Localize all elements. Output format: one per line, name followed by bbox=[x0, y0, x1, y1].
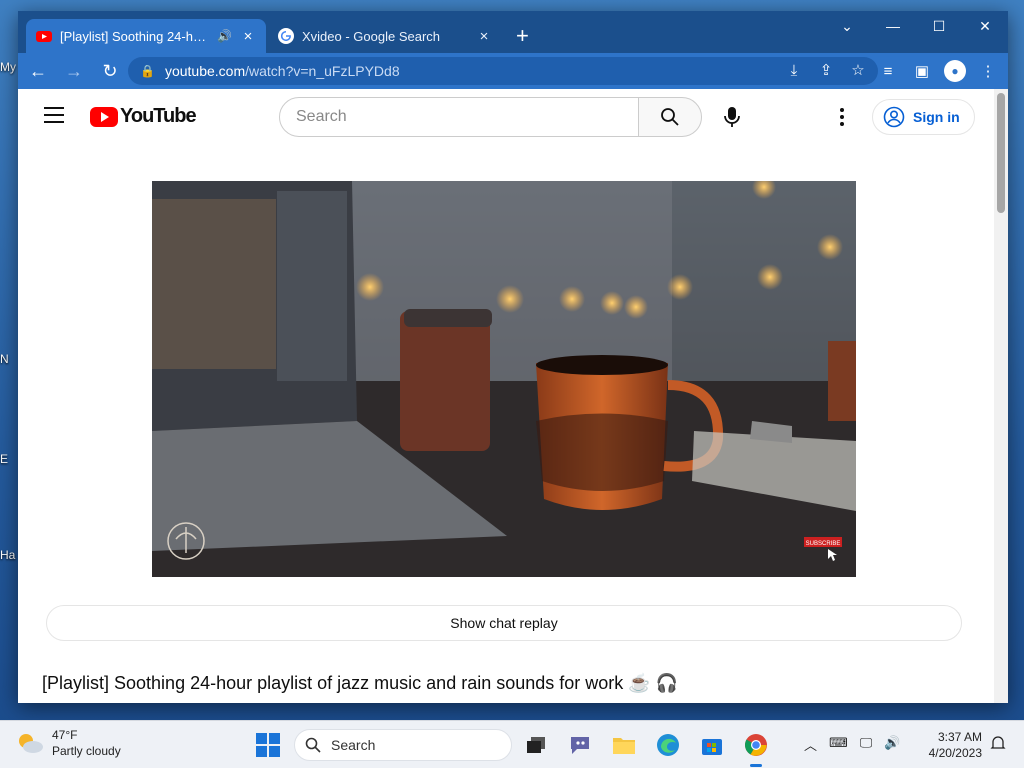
menu-icon[interactable] bbox=[44, 107, 64, 123]
minimize-button[interactable]: — bbox=[870, 11, 916, 41]
tab-title: [Playlist] Soothing 24-hour p bbox=[60, 28, 210, 44]
video-title: [Playlist] Soothing 24-hour playlist of … bbox=[42, 673, 679, 693]
speaker-icon[interactable]: 🔊 bbox=[217, 29, 232, 43]
browser-window: [Playlist] Soothing 24-hour p 🔊 × Xvideo… bbox=[18, 11, 1008, 703]
taskbar-clock[interactable]: 3:37 AM 4/20/2023 bbox=[922, 729, 982, 761]
partly-cloudy-icon bbox=[19, 734, 43, 753]
close-window-button[interactable]: ✕ bbox=[962, 11, 1008, 41]
sign-in-button[interactable]: Sign in bbox=[872, 99, 975, 135]
task-view-icon[interactable] bbox=[522, 731, 550, 759]
start-button[interactable] bbox=[256, 733, 280, 757]
show-chat-replay-button[interactable]: Show chat replay bbox=[46, 605, 962, 641]
url-host: youtube.com bbox=[164, 63, 246, 79]
youtube-play-icon bbox=[90, 106, 118, 127]
voice-search-button[interactable] bbox=[712, 97, 752, 137]
file-explorer-icon[interactable] bbox=[610, 731, 638, 759]
tab-strip: [Playlist] Soothing 24-hour p 🔊 × Xvideo… bbox=[18, 11, 1008, 53]
tab-close-button[interactable]: × bbox=[240, 28, 256, 45]
search-button[interactable] bbox=[638, 97, 702, 137]
tab-google-search[interactable]: Xvideo - Google Search × bbox=[268, 19, 502, 53]
address-bar[interactable]: 🔒 youtube.com/watch?v=n_uFzLPYDd8 bbox=[128, 57, 878, 85]
clock-date: 4/20/2023 bbox=[928, 746, 982, 760]
weather-condition: Partly cloudy bbox=[52, 744, 121, 758]
subscribe-overlay: SUBSCRIBE bbox=[806, 541, 841, 547]
reload-button[interactable]: ↻ bbox=[94, 55, 126, 87]
desktop-icon-label[interactable]: E bbox=[0, 452, 8, 466]
profile-avatar-icon[interactable]: ● bbox=[944, 60, 966, 82]
youtube-page: YouTube Search Sign in SUBSCRIBE Show ch… bbox=[18, 89, 1008, 703]
video-frame: SUBSCRIBE bbox=[152, 181, 856, 577]
tab-title: Xvideo - Google Search bbox=[302, 28, 441, 44]
windows-taskbar: 47°F Partly cloudy Search ︿ ⌨ 🖵 🔊 3:37 A… bbox=[0, 720, 1024, 768]
page-scrollbar[interactable] bbox=[994, 89, 1008, 703]
search-icon bbox=[661, 108, 679, 126]
settings-menu-icon[interactable] bbox=[830, 105, 854, 129]
new-tab-button[interactable]: + bbox=[516, 25, 529, 47]
tab-close-button[interactable]: × bbox=[476, 28, 492, 45]
search-icon bbox=[305, 737, 321, 753]
clock-time: 3:37 AM bbox=[937, 730, 982, 744]
media-controls-icon[interactable]: ≡ bbox=[876, 57, 900, 85]
bookmark-star-icon[interactable]: ☆ bbox=[848, 57, 868, 85]
weather-widget[interactable]: 47°F Partly cloudy bbox=[16, 727, 121, 759]
share-icon[interactable]: ⇪ bbox=[816, 57, 836, 85]
network-icon[interactable]: 🖵 bbox=[860, 735, 873, 754]
scrollbar-thumb[interactable] bbox=[997, 93, 1005, 213]
tab-youtube[interactable]: [Playlist] Soothing 24-hour p 🔊 × bbox=[26, 19, 266, 53]
maximize-button[interactable]: ☐ bbox=[916, 11, 962, 41]
youtube-wordmark: YouTube bbox=[120, 105, 197, 127]
chrome-browser-icon[interactable] bbox=[742, 731, 770, 767]
desktop-icon-label[interactable]: N bbox=[0, 352, 9, 366]
desktop-icon-label[interactable]: My bbox=[0, 60, 16, 74]
microsoft-store-icon[interactable] bbox=[698, 731, 726, 759]
browser-toolbar: ← → ↻ 🔒 youtube.com/watch?v=n_uFzLPYDd8 … bbox=[18, 53, 1008, 89]
volume-icon[interactable]: 🔊 bbox=[884, 735, 900, 754]
taskbar-search[interactable]: Search bbox=[294, 729, 512, 761]
install-app-icon[interactable]: ⤓ bbox=[784, 57, 804, 85]
weather-temperature: 47°F bbox=[52, 728, 78, 742]
chrome-menu-icon[interactable]: ⋮ bbox=[976, 57, 1000, 85]
tab-search-dropdown-icon[interactable]: ⌄ bbox=[824, 11, 870, 41]
search-input[interactable]: Search bbox=[279, 97, 639, 137]
forward-button[interactable]: → bbox=[58, 55, 90, 87]
url-path: /watch?v=n_uFzLPYDd8 bbox=[245, 63, 400, 79]
microphone-icon bbox=[724, 107, 740, 127]
omnibox-actions: ⤓ ⇪ ☆ bbox=[784, 57, 868, 85]
youtube-header: YouTube Search Sign in bbox=[18, 89, 994, 145]
toolbar-right: ≡ ▣ ● ⋮ bbox=[876, 57, 1000, 85]
back-button[interactable]: ← bbox=[22, 55, 54, 87]
google-favicon-icon bbox=[278, 28, 294, 44]
chevron-up-icon[interactable]: ︿ bbox=[804, 735, 817, 754]
sign-in-label: Sign in bbox=[913, 109, 960, 125]
desktop-icon-label[interactable]: Ha bbox=[0, 548, 15, 562]
edge-browser-icon[interactable] bbox=[654, 731, 682, 759]
youtube-logo[interactable]: YouTube bbox=[90, 105, 197, 128]
lock-icon[interactable]: 🔒 bbox=[140, 64, 155, 78]
window-controls: ⌄ — ☐ ✕ bbox=[824, 11, 1008, 41]
account-icon bbox=[883, 106, 905, 128]
teams-chat-icon[interactable] bbox=[566, 731, 594, 759]
notification-icon[interactable] bbox=[990, 735, 1006, 756]
video-player[interactable]: SUBSCRIBE bbox=[152, 181, 856, 577]
side-panel-icon[interactable]: ▣ bbox=[910, 57, 934, 85]
system-tray: ︿ ⌨ 🖵 🔊 bbox=[804, 735, 901, 754]
youtube-favicon-icon bbox=[36, 31, 52, 42]
taskbar-search-label: Search bbox=[331, 737, 376, 753]
keyboard-icon[interactable]: ⌨ bbox=[829, 735, 848, 754]
